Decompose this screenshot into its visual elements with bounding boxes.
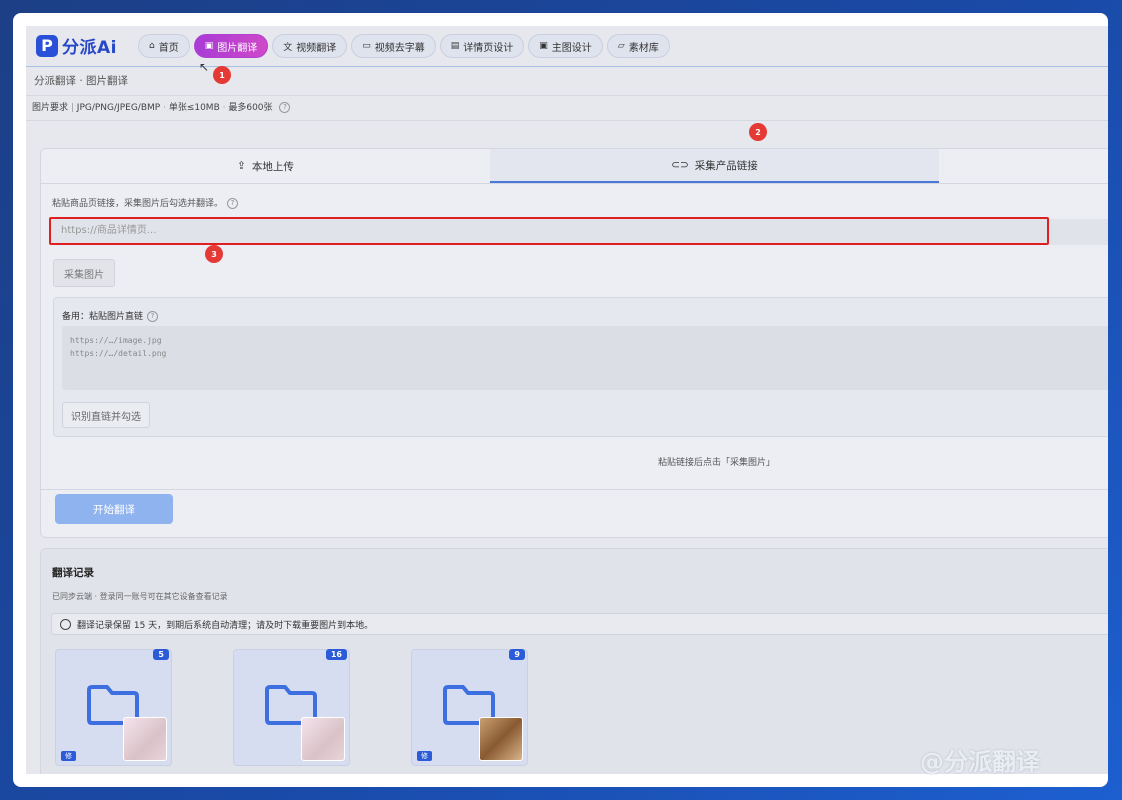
- edited-tag: 修: [61, 751, 76, 761]
- tab-label: 图片翻译: [217, 42, 258, 54]
- tab-local-upload[interactable]: ⇪ 本地上传: [41, 149, 490, 183]
- requirements-formats: JPG/PNG/JPEG/BMP: [76, 103, 161, 113]
- url-input-extension: [1049, 219, 1108, 245]
- image-count-badge: 5: [153, 649, 169, 660]
- top-nav: P 分派Ai ⌂ 首页 ▣ 图片翻译 文视频翻译 ▭ 视频去字幕 ▤ 详情页设计 ▣ 主图…: [26, 26, 1108, 67]
- tab-label: 采集产品链接: [694, 159, 758, 172]
- subtitle-icon: ▭: [362, 41, 371, 51]
- product-url-input[interactable]: https://商品详情页...: [49, 217, 1049, 245]
- window-frame: P 分派Ai ⌂ 首页 ▣ 图片翻译 文视频翻译 ▭ 视频去字幕 ▤ 详情页设计 ▣ 主图…: [13, 13, 1108, 787]
- link-hint: 粘贴商品页链接，采集图片后勾选并翻译。?: [52, 196, 239, 209]
- image-icon: ▣: [204, 41, 214, 51]
- link-icon: ⊂⊃: [671, 159, 689, 171]
- direct-links-textarea[interactable]: https://…/image.jpg https://…/detail.png: [62, 326, 1108, 390]
- tab-asset-library[interactable]: ▱ 素材库: [606, 34, 670, 58]
- recognize-links-button[interactable]: 识别直链并勾选: [62, 402, 150, 428]
- tab-label: 详情页设计: [463, 42, 514, 54]
- backup-direct-links: 备用：粘贴图片直链? https://…/image.jpg https://……: [53, 297, 1108, 437]
- tab-label: 首页: [158, 42, 179, 54]
- translation-history: 翻译记录 已同步云端 · 登录同一账号可在其它设备查看记录 翻译记录保留 15 …: [40, 548, 1108, 774]
- image-icon: ▣: [539, 41, 548, 51]
- tab-collect-product-link[interactable]: ⊂⊃ 采集产品链接: [490, 149, 939, 183]
- mouse-cursor-icon: ↖: [199, 60, 210, 74]
- tab-video-translate[interactable]: 文视频翻译: [272, 34, 348, 58]
- image-count-badge: 16: [325, 649, 347, 660]
- tab-home[interactable]: ⌂ 首页: [138, 34, 190, 58]
- nav-tabs: ⌂ 首页 ▣ 图片翻译 文视频翻译 ▭ 视频去字幕 ▤ 详情页设计 ▣ 主图设计 ▱ 素材库: [138, 34, 670, 58]
- logo[interactable]: P 分派Ai: [36, 33, 117, 58]
- folder-thumbnail: [301, 717, 345, 761]
- tab-label: 主图设计: [551, 42, 592, 54]
- history-title: 翻译记录: [52, 567, 94, 579]
- logo-text: 分派Ai: [62, 38, 117, 58]
- app-container: P 分派Ai ⌂ 首页 ▣ 图片翻译 文视频翻译 ▭ 视频去字幕 ▤ 详情页设计 ▣ 主图…: [26, 26, 1108, 774]
- watermark: @分派翻译: [920, 748, 1040, 776]
- breadcrumb: 分派翻译 · 图片翻译: [26, 67, 1108, 96]
- annotation-marker-3: 3: [205, 245, 223, 263]
- start-translate-button[interactable]: 开始翻译: [55, 494, 173, 524]
- translate-icon: 文: [283, 42, 293, 53]
- layout-icon: ▤: [450, 41, 460, 51]
- folder-icon: ▱: [617, 41, 625, 51]
- history-folders: 5 修 16 9 修: [55, 649, 528, 766]
- paste-note: 粘贴链接后点击「采集图片」: [658, 458, 776, 468]
- image-count-badge: 9: [509, 649, 525, 660]
- placeholder-line: https://…/image.jpg: [70, 336, 162, 345]
- folder-thumbnail: [479, 717, 523, 761]
- tab-label: 视频翻译: [296, 42, 337, 54]
- help-icon[interactable]: ?: [279, 102, 291, 113]
- annotation-marker-2: 2: [749, 123, 767, 141]
- requirements-count: 最多600张: [228, 103, 273, 113]
- help-icon[interactable]: ?: [147, 311, 159, 322]
- history-subtitle: 已同步云端 · 登录同一账号可在其它设备查看记录: [52, 592, 228, 601]
- logo-mark-icon: P: [36, 34, 58, 57]
- clock-icon: [60, 618, 71, 630]
- retention-notice: 翻译记录保留 15 天，到期后系统自动清理；请及时下载重要图片到本地。: [51, 613, 1108, 635]
- home-icon: ⌂: [149, 41, 155, 51]
- history-folder[interactable]: 5 修: [55, 649, 172, 766]
- upload-icon: ⇪: [237, 160, 246, 172]
- backup-label: 备用：粘贴图片直链?: [62, 309, 159, 322]
- edited-tag: 修: [417, 751, 432, 761]
- upload-card: ⇪ 本地上传 ⊂⊃ 采集产品链接 粘贴商品页链接，采集图片后勾选并翻译。? ht…: [40, 148, 1108, 538]
- tab-main-image-design[interactable]: ▣ 主图设计: [528, 34, 603, 58]
- card-divider: [41, 489, 1108, 490]
- requirements-label: 图片要求: [32, 103, 69, 113]
- tab-label: 本地上传: [251, 160, 294, 173]
- tab-video-subtitle-removal[interactable]: ▭ 视频去字幕: [351, 34, 436, 58]
- tab-label: 视频去字幕: [374, 42, 425, 54]
- annotation-marker-1: 1: [213, 66, 231, 84]
- placeholder-line: https://…/detail.png: [70, 349, 167, 358]
- tab-detail-page-design[interactable]: ▤ 详情页设计: [439, 34, 525, 58]
- tab-label: 素材库: [628, 42, 659, 54]
- help-icon[interactable]: ?: [227, 198, 239, 209]
- image-requirements: 图片要求 | JPG/PNG/JPEG/BMP · 单张≤10MB · 最多60…: [26, 96, 1108, 121]
- history-folder[interactable]: 9 修: [411, 649, 528, 766]
- collect-images-button[interactable]: 采集图片: [53, 259, 115, 287]
- folder-thumbnail: [123, 717, 167, 761]
- upload-tabs: ⇪ 本地上传 ⊂⊃ 采集产品链接: [41, 149, 1108, 184]
- tab-image-translate[interactable]: ▣ 图片翻译: [193, 34, 269, 58]
- requirements-size: 单张≤10MB: [168, 103, 220, 113]
- history-folder[interactable]: 16: [233, 649, 350, 766]
